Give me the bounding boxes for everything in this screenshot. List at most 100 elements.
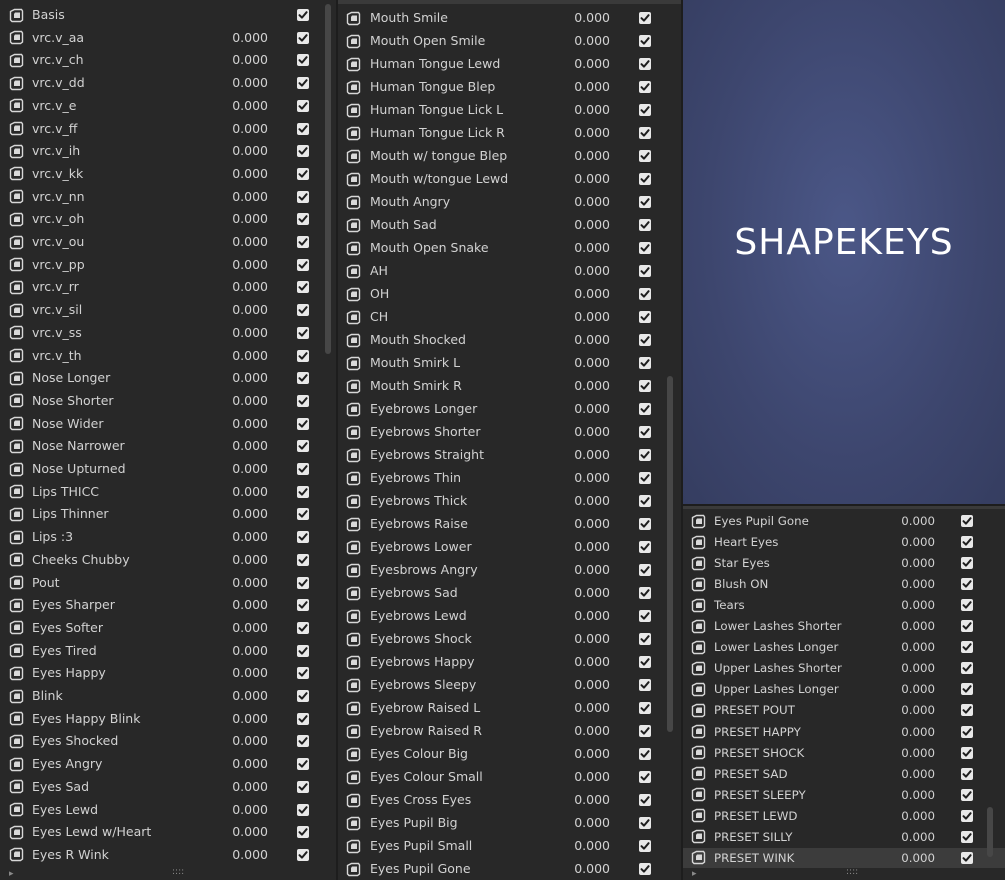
shape-key-row[interactable]: vrc.v_e 0.000 xyxy=(0,95,336,117)
shape-key-name[interactable]: Eyebrows Sleepy xyxy=(370,674,476,696)
shape-key-name[interactable]: Eyebrows Happy xyxy=(370,651,474,673)
mute-checkbox[interactable] xyxy=(297,349,309,362)
shape-key-value-field[interactable]: 0.000 xyxy=(178,322,268,344)
shape-key-value-field[interactable]: 0.000 xyxy=(178,390,268,412)
shape-key-row[interactable]: vrc.v_aa 0.000 xyxy=(0,27,336,49)
shape-key-name[interactable]: Lips THICC xyxy=(32,481,99,503)
mute-checkbox[interactable] xyxy=(297,326,309,339)
shape-key-value-field[interactable]: 0.000 xyxy=(178,662,268,684)
shape-key-value-field[interactable]: 0.000 xyxy=(528,283,610,305)
shape-key-name[interactable]: Eyebrows Thick xyxy=(370,490,467,512)
shape-key-name[interactable]: PRESET POUT xyxy=(714,700,795,720)
shape-key-value-field[interactable]: 0.000 xyxy=(178,617,268,639)
shape-key-row[interactable]: Eyes Colour Big 0.000 xyxy=(338,743,681,765)
shape-key-value-field[interactable]: 0.000 xyxy=(528,789,610,811)
scrollbar[interactable] xyxy=(325,4,331,354)
shape-key-name[interactable]: vrc.v_th xyxy=(32,345,82,367)
shape-key-name[interactable]: Upper Lashes Shorter xyxy=(714,658,842,678)
mute-checkbox[interactable] xyxy=(961,620,973,633)
shape-key-row[interactable]: vrc.v_kk 0.000 xyxy=(0,163,336,185)
shape-key-value-field[interactable]: 0.000 xyxy=(178,186,268,208)
shape-key-row[interactable]: Eyes Cross Eyes 0.000 xyxy=(338,789,681,811)
shape-key-row[interactable]: Star Eyes 0.000 xyxy=(683,553,1005,573)
shape-key-name[interactable]: vrc.v_ih xyxy=(32,140,80,162)
mute-checkbox[interactable] xyxy=(639,403,651,415)
mute-checkbox[interactable] xyxy=(639,150,651,162)
shape-key-row[interactable]: Pout 0.000 xyxy=(0,572,336,594)
shape-key-name[interactable]: PRESET SAD xyxy=(714,764,788,784)
shape-key-name[interactable]: Eyebrows Shock xyxy=(370,628,472,650)
mute-checkbox[interactable] xyxy=(639,495,651,507)
shape-key-row[interactable]: Blush ON 0.000 xyxy=(683,574,1005,594)
shape-key-name[interactable]: Nose Longer xyxy=(32,367,110,389)
shape-key-row[interactable]: Eyes Shocked 0.000 xyxy=(0,730,336,752)
mute-checkbox[interactable] xyxy=(961,578,973,591)
shape-key-name[interactable]: Mouth Open Snake xyxy=(370,237,489,259)
shape-key-value-field[interactable]: 0.000 xyxy=(528,513,610,535)
shape-key-name[interactable]: Eyebrows Shorter xyxy=(370,421,481,443)
shape-key-row[interactable]: vrc.v_oh 0.000 xyxy=(0,208,336,230)
shape-key-value-field[interactable]: 0.000 xyxy=(178,526,268,548)
shape-key-name[interactable]: Eyebrow Raised L xyxy=(370,697,480,719)
shape-key-name[interactable]: Mouth Smirk L xyxy=(370,352,460,374)
mute-checkbox[interactable] xyxy=(297,531,309,544)
shape-key-value-field[interactable]: 0.000 xyxy=(853,532,935,552)
shape-key-name[interactable]: Human Tongue Lick R xyxy=(370,122,505,144)
shape-key-name[interactable]: Blush ON xyxy=(714,574,768,594)
shape-key-name[interactable]: Eyesbrows Angry xyxy=(370,559,478,581)
shape-key-value-field[interactable]: 0.000 xyxy=(528,7,610,29)
shape-key-value-field[interactable]: 0.000 xyxy=(528,145,610,167)
shape-key-name[interactable]: vrc.v_ou xyxy=(32,231,84,253)
mute-checkbox[interactable] xyxy=(297,553,309,566)
shape-key-name[interactable]: Eyes Colour Big xyxy=(370,743,468,765)
shape-key-name[interactable]: Eyebrows Straight xyxy=(370,444,484,466)
mute-checkbox[interactable] xyxy=(639,702,651,714)
mute-checkbox[interactable] xyxy=(639,334,651,346)
mute-checkbox[interactable] xyxy=(297,780,309,793)
shape-key-name[interactable]: Mouth Smile xyxy=(370,7,448,29)
mute-checkbox[interactable] xyxy=(297,621,309,634)
mute-checkbox[interactable] xyxy=(639,58,651,70)
shape-key-row[interactable]: Eyebrows Lower 0.000 xyxy=(338,536,681,558)
shape-key-value-field[interactable]: 0.000 xyxy=(528,582,610,604)
shape-key-row[interactable]: Eyebrows Longer 0.000 xyxy=(338,398,681,420)
shape-key-value-field[interactable]: 0.000 xyxy=(178,640,268,662)
shape-key-value-field[interactable]: 0.000 xyxy=(178,208,268,230)
shape-key-row[interactable]: vrc.v_ff 0.000 xyxy=(0,118,336,140)
shape-key-row[interactable]: Lips Thinner 0.000 xyxy=(0,503,336,525)
shape-key-value-field[interactable]: 0.000 xyxy=(178,413,268,435)
shape-key-value-field[interactable]: 0.000 xyxy=(853,806,935,826)
shape-key-value-field[interactable]: 0.000 xyxy=(178,254,268,276)
mute-checkbox[interactable] xyxy=(639,449,651,461)
shape-key-name[interactable]: Eyes Sad xyxy=(32,776,89,798)
shape-key-name[interactable]: PRESET SLEEPY xyxy=(714,785,806,805)
shape-key-name[interactable]: Mouth w/ tongue Blep xyxy=(370,145,507,167)
shape-key-row[interactable]: vrc.v_pp 0.000 xyxy=(0,254,336,276)
shape-key-value-field[interactable]: 0.000 xyxy=(528,858,610,880)
shape-key-name[interactable]: Eyebrows Lewd xyxy=(370,605,467,627)
shape-key-row[interactable]: PRESET WINK 0.000 xyxy=(683,847,1005,868)
mute-checkbox[interactable] xyxy=(639,81,651,93)
shape-key-row[interactable]: Eyes Lewd w/Heart 0.000 xyxy=(0,821,336,843)
shape-key-row[interactable]: Tears 0.000 xyxy=(683,595,1005,615)
shape-key-name[interactable]: Human Tongue Blep xyxy=(370,76,495,98)
shape-key-value-field[interactable]: 0.000 xyxy=(528,605,610,627)
mute-checkbox[interactable] xyxy=(639,541,651,553)
mute-checkbox[interactable] xyxy=(639,679,651,691)
mute-checkbox[interactable] xyxy=(639,748,651,760)
shape-key-value-field[interactable]: 0.000 xyxy=(528,398,610,420)
shape-key-name[interactable]: Nose Upturned xyxy=(32,458,126,480)
shape-key-name[interactable]: Eyes Lewd w/Heart xyxy=(32,821,151,843)
shape-key-value-field[interactable]: 0.000 xyxy=(528,628,610,650)
shape-key-row[interactable]: Eyebrows Shorter 0.000 xyxy=(338,421,681,443)
shape-key-name[interactable]: Eyes Pupil Small xyxy=(370,835,472,857)
mute-checkbox[interactable] xyxy=(961,662,973,675)
shape-key-name[interactable]: Eyebrows Raise xyxy=(370,513,468,535)
shape-key-row[interactable]: Mouth Smirk L 0.000 xyxy=(338,352,681,374)
mute-checkbox[interactable] xyxy=(297,440,309,453)
shape-key-name[interactable]: Mouth w/tongue Lewd xyxy=(370,168,508,190)
shape-key-name[interactable]: Eyes R Wink xyxy=(32,844,109,866)
shape-key-row[interactable]: vrc.v_ch 0.000 xyxy=(0,49,336,71)
shape-key-value-field[interactable]: 0.000 xyxy=(853,848,935,868)
shape-key-name[interactable]: Upper Lashes Longer xyxy=(714,679,839,699)
